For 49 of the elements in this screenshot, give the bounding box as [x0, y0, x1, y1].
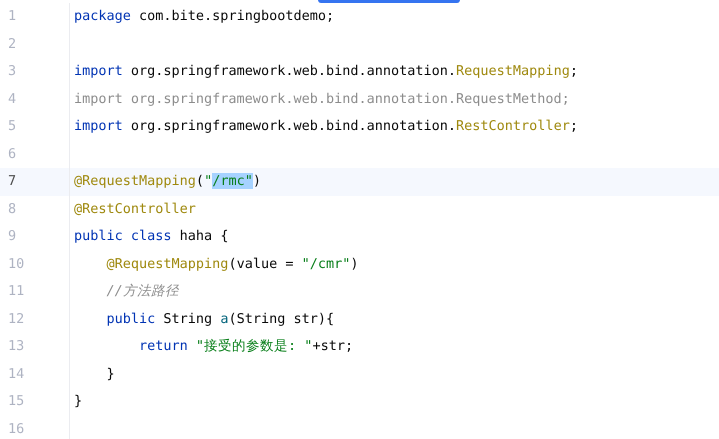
line-number: 12	[8, 310, 24, 326]
code-annotation: RequestMapping	[456, 63, 570, 79]
line-number: 11	[8, 283, 24, 299]
line-number: 9	[8, 228, 16, 244]
code-annotation: @RequestMapping	[74, 173, 196, 189]
string-literal: "接受的参数是: "	[196, 338, 312, 354]
string-literal: "/cmr"	[302, 256, 350, 272]
code-text: )	[350, 256, 359, 272]
code-annotation: RestController	[456, 118, 570, 134]
code-keyword: public class	[74, 228, 172, 244]
code-text: org.springframework.web.bind.annotation.	[130, 63, 456, 79]
code-annotation: @RestController	[74, 200, 196, 216]
code-keyword: public	[106, 310, 156, 326]
code-text: haha {	[178, 228, 228, 244]
code-keyword: import	[74, 118, 123, 134]
line-number: 4	[8, 90, 16, 106]
line-number: 16	[8, 420, 24, 436]
code-text: }	[74, 393, 82, 409]
code-text: com.bite.springbootdemo;	[138, 8, 334, 24]
code-text: ;	[570, 63, 578, 79]
code-annotation: @RequestMapping	[106, 256, 228, 272]
line-number: 6	[8, 146, 16, 162]
line-number: 7	[8, 173, 16, 189]
line-number: 2	[8, 36, 16, 52]
code-text: (	[196, 173, 204, 189]
selected-text: /rmc"	[212, 173, 253, 189]
code-keyword: import	[74, 63, 123, 79]
code-text: )	[252, 173, 261, 189]
code-text: +str;	[312, 338, 354, 354]
line-number: 1	[8, 8, 16, 24]
code-text: (String str){	[228, 310, 334, 326]
string-literal: "	[204, 173, 212, 189]
code-text: String	[162, 310, 214, 326]
unused-import-text: import org.springframework.web.bind.annotation.RequestMethod;	[74, 90, 570, 106]
code-keyword: package	[74, 8, 131, 24]
line-number: 8	[8, 200, 16, 216]
line-number: 3	[8, 63, 16, 79]
line-number: 15	[8, 393, 24, 409]
code-text: (value =	[228, 256, 294, 272]
line-number: 14	[8, 366, 24, 382]
code-text: ;	[570, 118, 578, 134]
code-text: org.springframework.web.bind.annotation.	[130, 118, 456, 134]
method-name: a	[220, 310, 228, 326]
code-comment: //方法路径	[106, 283, 179, 299]
code-keyword: return	[138, 338, 189, 354]
line-number: 10	[8, 256, 24, 272]
line-number: 5	[8, 118, 16, 134]
code-text: }	[106, 366, 115, 382]
line-number: 13	[8, 338, 24, 354]
